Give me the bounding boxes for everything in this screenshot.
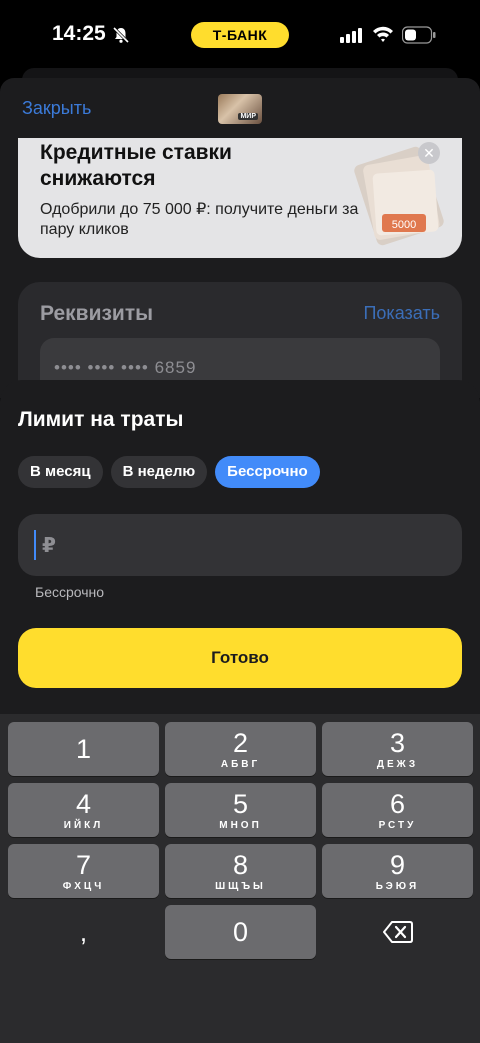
numeric-keypad: 1 2 АБВГ 3 ДЕЖЗ 4 ИЙКЛ 5 МНОП 6 РСТУ 7 Ф… [0, 714, 480, 1043]
key-letters: МНОП [219, 820, 262, 831]
key-2[interactable]: 2 АБВГ [165, 722, 316, 776]
wifi-icon [373, 26, 393, 42]
key-digit: 5 [232, 789, 249, 819]
key-7[interactable]: 7 ФХЦЧ [8, 844, 159, 898]
banknote-denomination: 5000 [392, 219, 416, 231]
key-letters: ЬЭЮЯ [375, 881, 420, 892]
key-letters: ИЙКЛ [63, 820, 104, 831]
key-digit: 6 [389, 789, 406, 819]
banner-subtitle: Одобрили до 75 000 ₽: получите деньги за… [40, 201, 359, 238]
chip-monthly[interactable]: В месяц [18, 456, 103, 488]
amount-placeholder: ₽ [42, 535, 56, 557]
banner-title: Кредитные ставки снижаются [40, 141, 232, 190]
key-0[interactable]: 0 [165, 905, 316, 959]
bell-slash-icon [112, 26, 130, 44]
key-digit: 4 [75, 789, 92, 819]
text-cursor [34, 530, 36, 560]
requisites-title: Реквизиты [40, 302, 154, 325]
key-letters: ФХЦЧ [62, 881, 105, 892]
requisites-show-link[interactable]: Показать [363, 303, 440, 324]
key-letters: АБВГ [220, 759, 261, 770]
key-digit: , [79, 917, 88, 947]
key-1[interactable]: 1 [8, 722, 159, 776]
key-8[interactable]: 8 ШЩЪЫ [165, 844, 316, 898]
battery-icon [402, 26, 436, 44]
card-number: •••• •••• •••• 6859 [54, 358, 197, 377]
key-letters: РСТУ [378, 820, 417, 831]
chip-unlimited[interactable]: Бессрочно [215, 456, 320, 488]
key-3[interactable]: 3 ДЕЖЗ [322, 722, 473, 776]
key-digit: 3 [389, 728, 406, 758]
key-digit: 7 [75, 850, 92, 880]
key-comma[interactable]: , [8, 905, 159, 959]
close-link[interactable]: Закрыть [22, 98, 91, 119]
chip-weekly[interactable]: В неделю [110, 456, 208, 488]
status-bar: 14:25 Т-БАНК [0, 0, 480, 70]
key-9[interactable]: 9 ЬЭЮЯ [322, 844, 473, 898]
key-5[interactable]: 5 МНОП [165, 783, 316, 837]
key-digit: 2 [232, 728, 249, 758]
key-digit: 9 [389, 850, 406, 880]
card-payment-system: МИР [238, 113, 258, 120]
banner-close-icon[interactable]: ✕ [418, 142, 440, 164]
signal-icon [340, 28, 362, 43]
key-digit: 0 [232, 917, 249, 947]
key-4[interactable]: 4 ИЙКЛ [8, 783, 159, 837]
credit-banner[interactable]: Кредитные ставки снижаются Одобрили до 7… [18, 138, 462, 258]
key-digit: 8 [232, 850, 249, 880]
key-letters: ДЕЖЗ [376, 759, 419, 770]
sheet-title: Лимит на траты [18, 408, 184, 431]
status-time: 14:25 [52, 22, 106, 45]
key-letters: ШЩЪЫ [215, 881, 266, 892]
done-button[interactable]: Готово [18, 628, 462, 688]
key-digit: 1 [75, 734, 92, 764]
key-6[interactable]: 6 РСТУ [322, 783, 473, 837]
card-thumbnail: МИР [218, 94, 262, 124]
period-hint: Бессрочно [35, 584, 105, 600]
bank-pill[interactable]: Т-БАНК [191, 22, 289, 48]
key-delete[interactable] [322, 905, 473, 959]
amount-input[interactable]: ₽ [18, 514, 462, 576]
backspace-icon [382, 921, 413, 943]
period-selector: В месяц В неделю Бессрочно [18, 456, 320, 488]
